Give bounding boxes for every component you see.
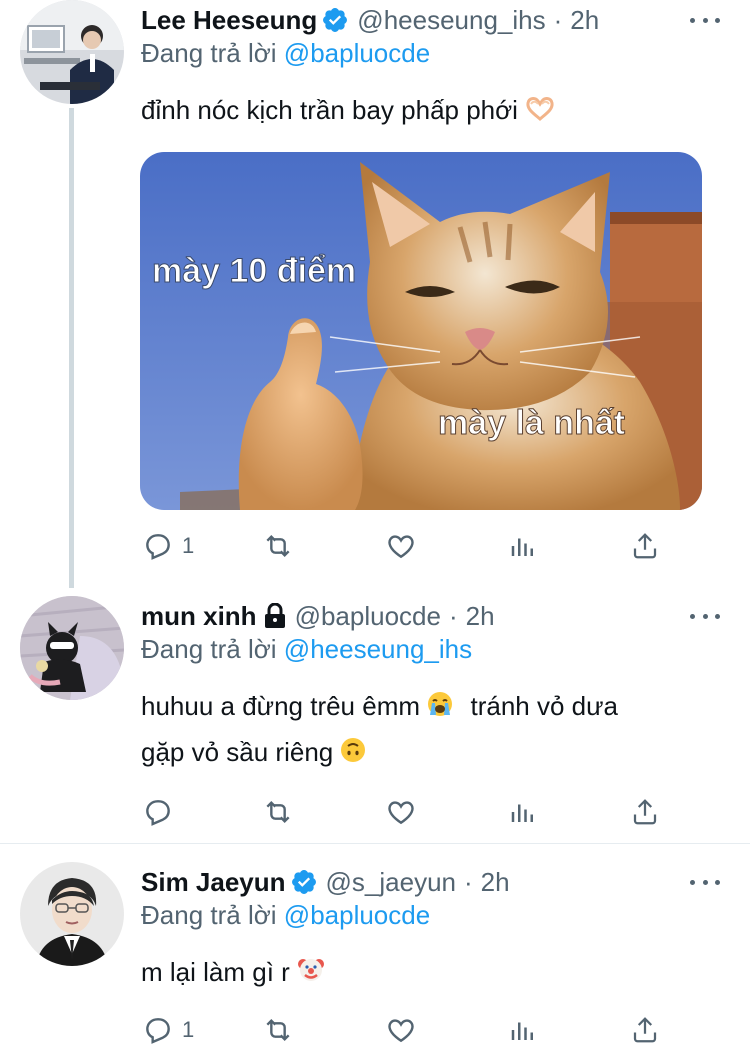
share-button[interactable] [630,794,660,830]
display-name[interactable]: Lee Heeseung [141,5,317,36]
tweet-3[interactable]: Sim Jaeyun @s_jaeyun · 2h Đang trả lời @… [0,856,750,1056]
tweet-text-line: huhuu a đừng trêu êmm tránh vỏ dưa [141,684,711,730]
replying-to-label: Đang trả lời [141,38,277,68]
display-name[interactable]: Sim Jaeyun [141,867,286,898]
like-button[interactable] [385,794,417,830]
retweet-icon [260,796,296,828]
tweet-1[interactable]: Lee Heeseung @heeseung_ihs · 2h Đang trả… [0,0,750,588]
retweet-button[interactable] [260,1012,296,1048]
share-icon [630,796,660,828]
tweet-text: m lại làm gì r [141,950,711,996]
like-button[interactable] [385,528,417,564]
tweet-header: Sim Jaeyun @s_jaeyun · 2h [141,864,510,900]
mention-link[interactable]: @bapluocde [284,900,430,930]
mention-link[interactable]: @heeseung_ihs [284,634,472,664]
crying-face-emoji-icon [427,686,453,730]
share-button[interactable] [630,528,660,564]
tweet-actions [140,794,680,830]
reply-icon [142,530,174,562]
user-handle[interactable]: @s_jaeyun [326,867,456,898]
separator-dot: · [464,866,473,897]
analytics-bars-icon [508,1014,538,1046]
more-options-icon[interactable] [690,601,720,631]
more-options-icon[interactable] [690,5,720,35]
replying-to-label: Đang trả lời [141,900,277,930]
retweet-icon [260,1014,296,1046]
analytics-button[interactable] [508,794,538,830]
like-button[interactable] [385,1012,417,1048]
verified-badge-icon [290,868,318,896]
meme-caption-top: mày 10 điểm [152,252,356,290]
reply-icon [142,796,174,828]
replying-to: Đang trả lời @bapluocde [141,900,430,931]
tweet-actions: 1 [140,1012,680,1048]
heart-icon [385,796,417,828]
heart-hands-emoji-icon [525,90,555,134]
lock-icon [263,602,287,629]
share-icon [630,530,660,562]
timestamp[interactable]: 2h [570,5,599,36]
separator-dot: · [553,4,563,35]
thread-connector-line [69,108,74,588]
tweet-actions: 1 [140,528,680,564]
more-options-icon[interactable] [690,867,720,897]
reply-button[interactable]: 1 [142,528,194,564]
retweet-button[interactable] [260,528,296,564]
avatar[interactable] [20,862,124,966]
reply-button[interactable] [142,794,182,830]
tweet-header: mun xinh @bapluocde · 2h [141,598,495,634]
tweet-text-content: đỉnh nóc kịch trần bay phấp phới [141,95,518,125]
analytics-button[interactable] [508,1012,538,1048]
reply-button[interactable]: 1 [142,1012,194,1048]
clown-face-emoji-icon [297,952,325,996]
reply-count: 1 [182,533,195,558]
timestamp[interactable]: 2h [466,601,495,632]
replying-to: Đang trả lời @heeseung_ihs [141,634,472,665]
tweet-text: đỉnh nóc kịch trần bay phấp phới [141,88,711,134]
tweet-text-segment: gặp vỏ sầu riêng [141,737,334,768]
tweet-2[interactable]: mun xinh @bapluocde · 2h Đang trả lời @h… [0,590,750,840]
upside-down-face-emoji-icon [340,732,366,776]
meme-caption-bottom: mày là nhất [438,404,625,442]
timestamp[interactable]: 2h [481,867,510,898]
separator-dot: · [448,600,458,631]
share-button[interactable] [630,1012,660,1048]
analytics-bars-icon [508,796,538,828]
mention-link[interactable]: @bapluocde [284,38,430,68]
tweet-text-segment: tránh vỏ dưa [470,691,619,721]
retweet-button[interactable] [260,794,296,830]
tweet-divider [0,843,750,844]
avatar[interactable] [20,0,124,104]
user-handle[interactable]: @heeseung_ihs [357,5,545,36]
tweet-text-content: m lại làm gì r [141,957,290,987]
heart-icon [385,530,417,562]
replying-to: Đang trả lời @bapluocde [141,38,430,69]
heart-icon [385,1014,417,1046]
retweet-icon [260,530,296,562]
reply-count: 1 [182,1017,195,1042]
meme-image[interactable]: mày 10 điểm mày là nhất [140,152,702,510]
replying-to-label: Đang trả lời [141,634,277,664]
share-icon [630,1014,660,1046]
display-name[interactable]: mun xinh [141,601,257,632]
tweet-text-line: gặp vỏ sầu riêng [141,730,711,776]
analytics-bars-icon [508,530,538,562]
verified-badge-icon [321,6,349,34]
analytics-button[interactable] [508,528,538,564]
reply-icon [142,1014,174,1046]
user-handle[interactable]: @bapluocde [295,601,441,632]
tweet-text-segment: huhuu a đừng trêu êmm [141,691,421,721]
tweet-header: Lee Heeseung @heeseung_ihs · 2h [141,2,599,38]
tweet-text: huhuu a đừng trêu êmm tránh vỏ dưa gặp v… [141,684,711,776]
avatar[interactable] [20,596,124,700]
